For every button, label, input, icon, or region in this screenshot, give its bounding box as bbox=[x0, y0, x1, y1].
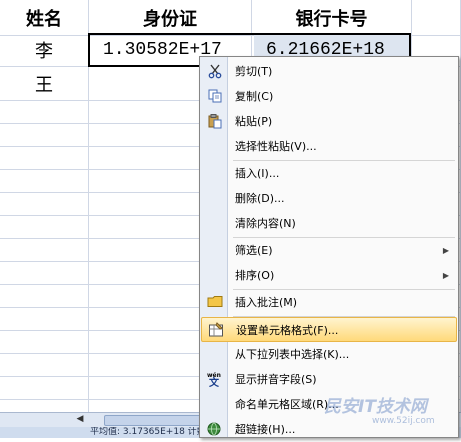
paste-icon bbox=[206, 113, 224, 130]
scroll-left-icon[interactable]: ◀ bbox=[74, 414, 86, 425]
menu-item-label: 清除内容(N) bbox=[235, 217, 296, 230]
menu-item-label: 选择性粘贴(V)... bbox=[235, 140, 317, 153]
menu-item-clear-contents[interactable]: 清除内容(N) bbox=[201, 211, 457, 236]
menu-item-label: 复制(C) bbox=[235, 90, 274, 103]
copy-icon bbox=[206, 88, 224, 105]
menu-item-label: 粘贴(P) bbox=[235, 115, 273, 128]
cell[interactable] bbox=[412, 0, 461, 36]
cell[interactable] bbox=[0, 170, 89, 193]
format-cells-icon bbox=[207, 322, 225, 339]
cell[interactable] bbox=[0, 101, 89, 124]
menu-item-insert-comment[interactable]: 插入批注(M) bbox=[201, 290, 457, 315]
menu-item-filter[interactable]: 筛选(E) ▶ bbox=[201, 238, 457, 263]
cell[interactable] bbox=[0, 262, 89, 285]
menu-item-label: 插入批注(M) bbox=[235, 296, 298, 309]
menu-item-pick-from-list[interactable]: 从下拉列表中选择(K)... bbox=[201, 342, 457, 367]
cell[interactable] bbox=[0, 377, 89, 400]
cell[interactable] bbox=[0, 216, 89, 239]
menu-item-define-name[interactable]: 命名单元格区域(R)... bbox=[201, 392, 457, 417]
menu-item-label: 插入(I)... bbox=[235, 167, 280, 180]
menu-item-copy[interactable]: 复制(C) bbox=[201, 84, 457, 109]
menu-item-label: 从下拉列表中选择(K)... bbox=[235, 348, 350, 361]
header-cell-id[interactable]: 身份证 bbox=[89, 0, 252, 36]
cell[interactable] bbox=[0, 193, 89, 216]
hyperlink-icon bbox=[206, 421, 224, 438]
phonetic-icon: wén 文 bbox=[206, 371, 224, 389]
header-cell-name[interactable]: 姓名 bbox=[0, 0, 89, 36]
menu-item-label: 剪切(T) bbox=[235, 65, 273, 78]
menu-item-sort[interactable]: 排序(O) ▶ bbox=[201, 263, 457, 288]
menu-item-format-cells[interactable]: 设置单元格格式(F)... bbox=[201, 317, 457, 342]
cell-name[interactable]: 王 bbox=[0, 67, 89, 101]
menu-item-label: 设置单元格格式(F)... bbox=[236, 324, 339, 337]
menu-item-insert[interactable]: 插入(I)... bbox=[201, 161, 457, 186]
submenu-arrow-icon: ▶ bbox=[442, 271, 449, 280]
header-row: 姓名 身份证 银行卡号 bbox=[0, 0, 461, 36]
context-menu: 剪切(T) 复制(C) 粘贴(P) 选择性粘贴(V)... 插入(I)... 删… bbox=[199, 56, 459, 438]
cell-name[interactable]: 李 bbox=[0, 33, 89, 67]
cell[interactable] bbox=[0, 239, 89, 262]
cell[interactable] bbox=[0, 400, 89, 412]
svg-text:文: 文 bbox=[209, 376, 220, 387]
menu-item-hyperlink[interactable]: 超链接(H)... bbox=[201, 417, 457, 442]
cell[interactable] bbox=[0, 308, 89, 331]
scrollbar-thumb[interactable] bbox=[104, 415, 206, 426]
header-cell-bank[interactable]: 银行卡号 bbox=[252, 0, 412, 36]
cell[interactable] bbox=[0, 147, 89, 170]
cell[interactable] bbox=[0, 331, 89, 354]
scissors-icon bbox=[206, 63, 224, 80]
menu-item-delete[interactable]: 删除(D)... bbox=[201, 186, 457, 211]
cell[interactable] bbox=[0, 285, 89, 308]
menu-item-paste[interactable]: 粘贴(P) bbox=[201, 109, 457, 134]
menu-item-label: 排序(O) bbox=[235, 269, 275, 282]
menu-item-label: 命名单元格区域(R)... bbox=[235, 398, 339, 411]
menu-item-label: 显示拼音字段(S) bbox=[235, 373, 317, 386]
cell[interactable] bbox=[0, 354, 89, 377]
menu-item-label: 筛选(E) bbox=[235, 244, 273, 257]
comment-icon bbox=[206, 294, 224, 311]
menu-item-paste-special[interactable]: 选择性粘贴(V)... bbox=[201, 134, 457, 159]
cell[interactable] bbox=[0, 124, 89, 147]
menu-item-label: 超链接(H)... bbox=[235, 423, 296, 436]
menu-item-cut[interactable]: 剪切(T) bbox=[201, 59, 457, 84]
menu-item-label: 删除(D)... bbox=[235, 192, 285, 205]
submenu-arrow-icon: ▶ bbox=[442, 246, 449, 255]
menu-item-show-phonetic[interactable]: wén 文 显示拼音字段(S) bbox=[201, 367, 457, 392]
